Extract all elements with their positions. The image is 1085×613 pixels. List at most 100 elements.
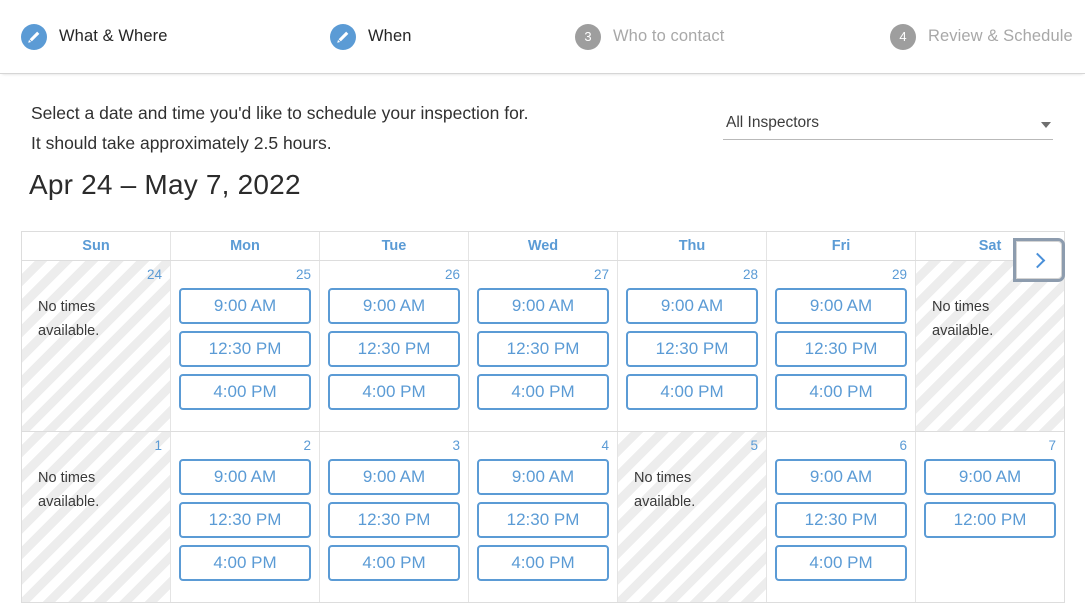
intro-line-1: Select a date and time you'd like to sch…	[31, 103, 529, 123]
next-period-button[interactable]	[1013, 238, 1065, 282]
time-slot-button[interactable]: 9:00 AM	[179, 459, 311, 495]
time-slot-button[interactable]: 12:30 PM	[179, 331, 311, 367]
pencil-icon	[330, 23, 356, 50]
day-cell-26: 26 9:00 AM 12:30 PM 4:00 PM	[319, 261, 468, 431]
time-slot-list: 9:00 AM 12:00 PM	[924, 459, 1056, 538]
time-slot-button[interactable]: 4:00 PM	[328, 545, 460, 581]
step-label: Who to contact	[613, 27, 725, 45]
availability-calendar: Sun Mon Tue Wed Thu Fri Sat 24 No times availab…	[21, 231, 1065, 603]
day-cell-6: 6 9:00 AM 12:30 PM 4:00 PM	[766, 432, 915, 602]
day-number: 26	[444, 267, 460, 282]
no-times-available-message: No times available.	[634, 470, 696, 510]
time-slot-button[interactable]: 12:30 PM	[328, 331, 460, 367]
day-cell-24: 24 No times available.	[22, 261, 170, 431]
day-number: 29	[891, 267, 907, 282]
step-number-badge: 3	[575, 23, 601, 50]
inspector-filter-value: All Inspectors	[726, 114, 820, 131]
date-range-title: Apr 24 – May 7, 2022	[29, 169, 301, 200]
day-number: 2	[303, 438, 311, 453]
day-cell-3: 3 9:00 AM 12:30 PM 4:00 PM	[319, 432, 468, 602]
step-number-badge: 4	[890, 23, 916, 50]
time-slot-button[interactable]: 9:00 AM	[775, 459, 907, 495]
day-header-mon: Mon	[170, 232, 319, 260]
intro-line-2: It should take approximately 2.5 hours.	[31, 133, 332, 153]
calendar-body: 24 No times available. 25 9:00 AM 12:30 PM 4:…	[22, 261, 1064, 602]
day-header-thu: Thu	[617, 232, 766, 260]
day-cell-2: 2 9:00 AM 12:30 PM 4:00 PM	[170, 432, 319, 602]
time-slot-button[interactable]: 9:00 AM	[626, 288, 758, 324]
chevron-down-icon	[1041, 122, 1051, 128]
step-label: What & Where	[59, 27, 168, 45]
day-cell-7: 7 9:00 AM 12:00 PM	[915, 432, 1064, 602]
time-slot-button[interactable]: 9:00 AM	[179, 288, 311, 324]
time-slot-button[interactable]: 4:00 PM	[626, 374, 758, 410]
day-header-fri: Fri	[766, 232, 915, 260]
time-slot-list: 9:00 AM 12:30 PM 4:00 PM	[775, 288, 907, 410]
day-cell-5: 5 No times available.	[617, 432, 766, 602]
no-times-available-message: No times available.	[38, 299, 100, 339]
time-slot-list: 9:00 AM 12:30 PM 4:00 PM	[179, 459, 311, 581]
time-slot-list: 9:00 AM 12:30 PM 4:00 PM	[477, 459, 609, 581]
day-cell-30: 30No times available.	[915, 261, 1064, 431]
step-1[interactable]: What & Where	[21, 0, 167, 73]
inspector-filter-select[interactable]: All Inspectors	[723, 114, 1053, 140]
time-slot-button[interactable]: 9:00 AM	[477, 288, 609, 324]
time-slot-button[interactable]: 4:00 PM	[179, 545, 311, 581]
calendar-week-row: 1 No times available. 2 9:00 AM 12:30 PM 4:00…	[22, 432, 1064, 602]
time-slot-button[interactable]: 12:30 PM	[179, 502, 311, 538]
time-slot-list: 9:00 AM 12:30 PM 4:00 PM	[179, 288, 311, 410]
time-slot-list: 9:00 AM 12:30 PM 4:00 PM	[328, 459, 460, 581]
day-number: 3	[452, 438, 460, 453]
time-slot-button[interactable]: 12:30 PM	[477, 502, 609, 538]
day-number: 1	[154, 438, 162, 453]
day-header-wed: Wed	[468, 232, 617, 260]
pencil-icon	[21, 23, 47, 50]
time-slot-button[interactable]: 12:30 PM	[775, 502, 907, 538]
chevron-right-icon	[1029, 252, 1045, 268]
time-slot-button[interactable]: 4:00 PM	[179, 374, 311, 410]
time-slot-button[interactable]: 4:00 PM	[775, 545, 907, 581]
time-slot-button[interactable]: 12:30 PM	[626, 331, 758, 367]
day-cell-25: 25 9:00 AM 12:30 PM 4:00 PM	[170, 261, 319, 431]
time-slot-button[interactable]: 9:00 AM	[328, 288, 460, 324]
time-slot-button[interactable]: 12:30 PM	[775, 331, 907, 367]
day-cell-29: 29 9:00 AM 12:30 PM 4:00 PM	[766, 261, 915, 431]
time-slot-button[interactable]: 9:00 AM	[775, 288, 907, 324]
day-number: 28	[742, 267, 758, 282]
step-4[interactable]: 4 Review & Schedule	[890, 0, 1073, 73]
step-2[interactable]: When	[330, 0, 412, 73]
day-number: 25	[295, 267, 311, 282]
time-slot-button[interactable]: 9:00 AM	[924, 459, 1056, 495]
day-cell-27: 27 9:00 AM 12:30 PM 4:00 PM	[468, 261, 617, 431]
time-slot-button[interactable]: 9:00 AM	[477, 459, 609, 495]
day-cell-28: 28 9:00 AM 12:30 PM 4:00 PM	[617, 261, 766, 431]
day-header-sun: Sun	[82, 238, 110, 254]
time-slot-button[interactable]: 4:00 PM	[477, 374, 609, 410]
time-slot-button[interactable]: 9:00 AM	[328, 459, 460, 495]
day-header-tue: Tue	[319, 232, 468, 260]
step-progress-bar: What & Where When 3 Who to contact 4 Review &…	[0, 0, 1085, 74]
day-number: 27	[593, 267, 609, 282]
time-slot-button[interactable]: 4:00 PM	[328, 374, 460, 410]
time-slot-button[interactable]: 12:00 PM	[924, 502, 1056, 538]
calendar-day-headers: Sun Mon Tue Wed Thu Fri Sat	[22, 232, 1064, 261]
time-slot-list: 9:00 AM 12:30 PM 4:00 PM	[477, 288, 609, 410]
step-label: Review & Schedule	[928, 27, 1073, 45]
day-number: 24	[146, 267, 162, 282]
time-slot-button[interactable]: 12:30 PM	[328, 502, 460, 538]
calendar-week-row: 24 No times available. 25 9:00 AM 12:30 PM 4:…	[22, 261, 1064, 432]
day-cell-4: 4 9:00 AM 12:30 PM 4:00 PM	[468, 432, 617, 602]
intro-text: Select a date and time you'd like to sch…	[31, 98, 529, 158]
no-times-available-message: No times available.	[38, 470, 100, 510]
day-number: 4	[601, 438, 609, 453]
time-slot-button[interactable]: 4:00 PM	[775, 374, 907, 410]
day-number: 7	[1048, 438, 1056, 453]
time-slot-list: 9:00 AM 12:30 PM 4:00 PM	[328, 288, 460, 410]
day-cell-1: 1 No times available.	[22, 432, 170, 602]
time-slot-list: 9:00 AM 12:30 PM 4:00 PM	[775, 459, 907, 581]
step-3[interactable]: 3 Who to contact	[575, 0, 724, 73]
day-number: 5	[750, 438, 758, 453]
step-label: When	[368, 27, 412, 45]
time-slot-button[interactable]: 4:00 PM	[477, 545, 609, 581]
time-slot-button[interactable]: 12:30 PM	[477, 331, 609, 367]
